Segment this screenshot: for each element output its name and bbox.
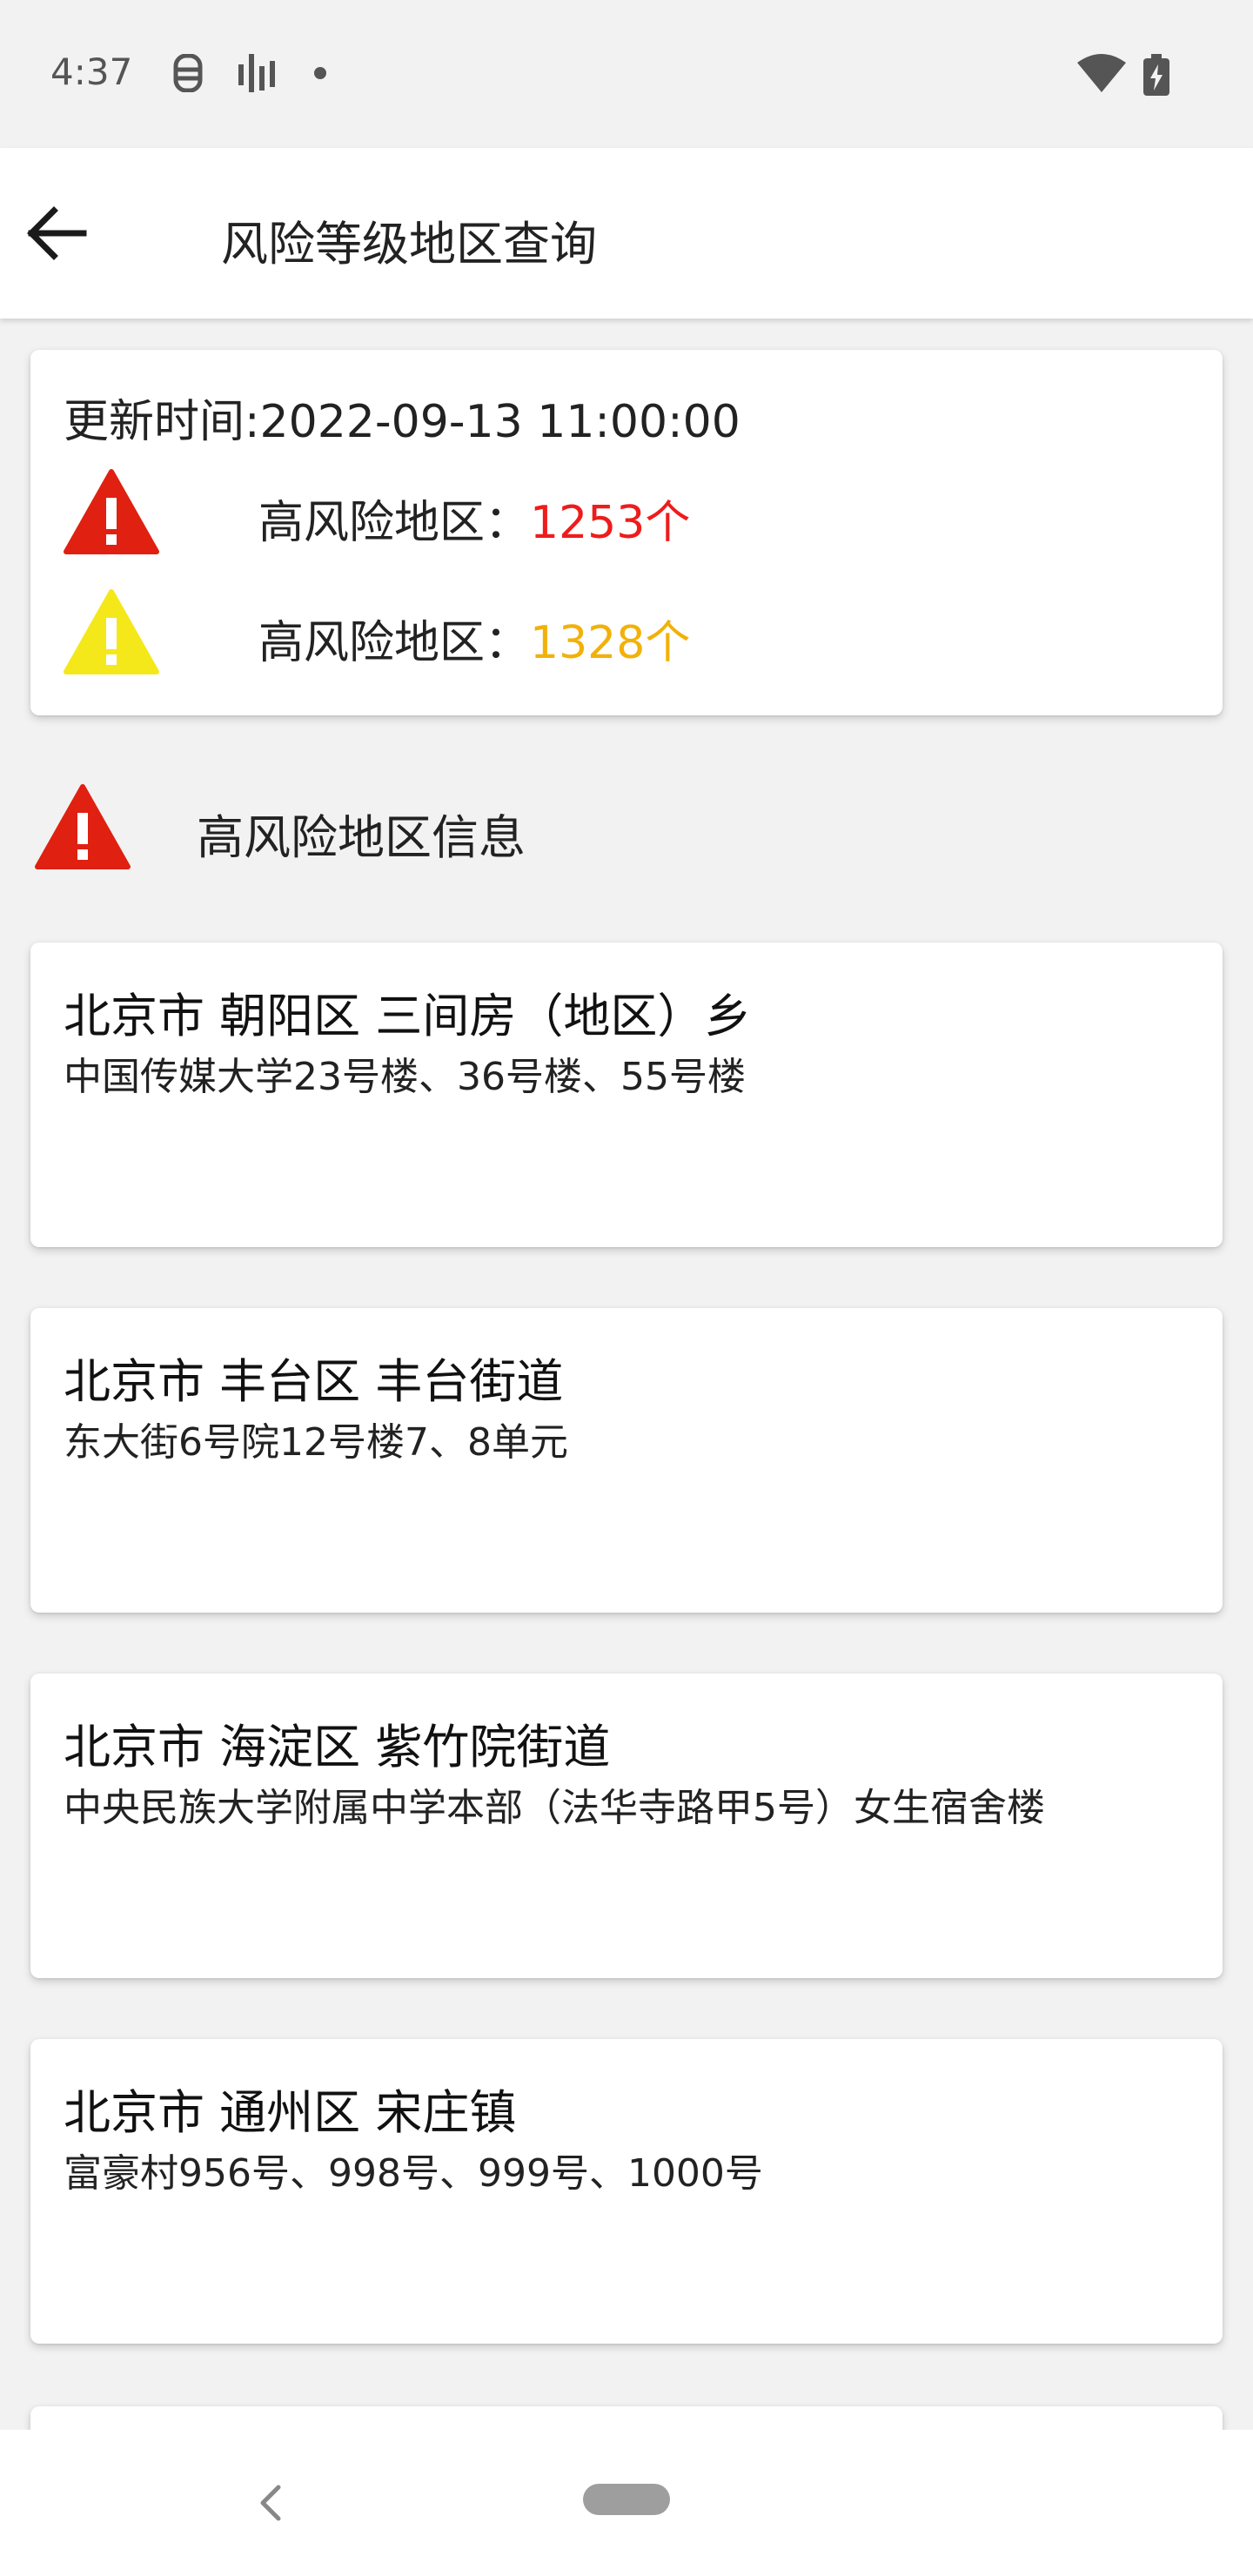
area-title: 北京市 朝阳区 三间房（地区）乡 bbox=[64, 989, 752, 1043]
area-card[interactable]: 北京市 丰台区 丰台街道 东大街6号院12号楼7、8单元 bbox=[30, 1308, 1223, 1613]
nav-back-icon[interactable] bbox=[252, 2482, 287, 2524]
medium-risk-summary-row: 高风险地区：1328个 bbox=[64, 588, 1108, 684]
risk-count: 1253个 bbox=[530, 497, 691, 549]
arrow-left-icon[interactable] bbox=[17, 191, 101, 275]
summary-card: 更新时间:2022-09-13 11:00:00 高风险地区：1253个 高风险… bbox=[30, 350, 1223, 715]
risk-label: 高风险地区： bbox=[258, 497, 531, 549]
area-detail: 富豪村956号、998号、999号、1000号 bbox=[64, 2151, 763, 2196]
app-bar: 风险等级地区查询 bbox=[0, 148, 1253, 319]
home-pill-icon[interactable] bbox=[583, 2484, 670, 2515]
risk-row-text: 高风险地区：1328个 bbox=[258, 606, 690, 671]
update-time: 更新时间:2022-09-13 11:00:00 bbox=[64, 396, 740, 448]
area-card[interactable]: 北京市 朝阳区 三间房（地区）乡 中国传媒大学23号楼、36号楼、55号楼 bbox=[30, 943, 1223, 1247]
battery-charging-icon bbox=[1143, 54, 1169, 96]
warning-red-icon bbox=[64, 469, 159, 554]
risk-count: 1328个 bbox=[530, 617, 691, 669]
notification-icon bbox=[173, 54, 203, 92]
area-card[interactable]: 北京市 海淀区 紫竹院街道 中央民族大学附属中学本部（法华寺路甲5号）女生宿舍楼 bbox=[30, 1674, 1223, 1978]
section-title: 高风险地区信息 bbox=[197, 810, 526, 865]
area-title: 北京市 通州区 宋庄镇 bbox=[64, 2085, 517, 2140]
page-title: 风险等级地区查询 bbox=[221, 217, 597, 272]
signal-bars-icon bbox=[238, 54, 275, 92]
section-header: 高风险地区信息 bbox=[35, 783, 905, 879]
high-risk-summary-row: 高风险地区：1253个 bbox=[64, 468, 1108, 564]
area-detail: 东大街6号院12号楼7、8单元 bbox=[64, 1420, 568, 1465]
warning-yellow-icon bbox=[64, 589, 159, 674]
area-card[interactable]: 北京市 通州区 宋庄镇 富豪村956号、998号、999号、1000号 bbox=[30, 2039, 1223, 2344]
area-detail: 中央民族大学附属中学本部（法华寺路甲5号）女生宿舍楼 bbox=[64, 1786, 1045, 1830]
area-title: 北京市 海淀区 紫竹院街道 bbox=[64, 1720, 611, 1774]
area-title: 北京市 丰台区 丰台街道 bbox=[64, 1354, 564, 1409]
risk-row-text: 高风险地区：1253个 bbox=[258, 486, 690, 551]
system-nav-bar bbox=[0, 2430, 1253, 2576]
risk-label: 高风险地区： bbox=[258, 617, 531, 669]
wifi-icon bbox=[1077, 54, 1126, 92]
status-time: 4:37 bbox=[50, 50, 133, 93]
warning-red-icon bbox=[35, 784, 131, 869]
dot-icon bbox=[314, 67, 326, 79]
status-bar: 4:37 bbox=[0, 0, 1253, 148]
area-detail: 中国传媒大学23号楼、36号楼、55号楼 bbox=[64, 1055, 746, 1099]
